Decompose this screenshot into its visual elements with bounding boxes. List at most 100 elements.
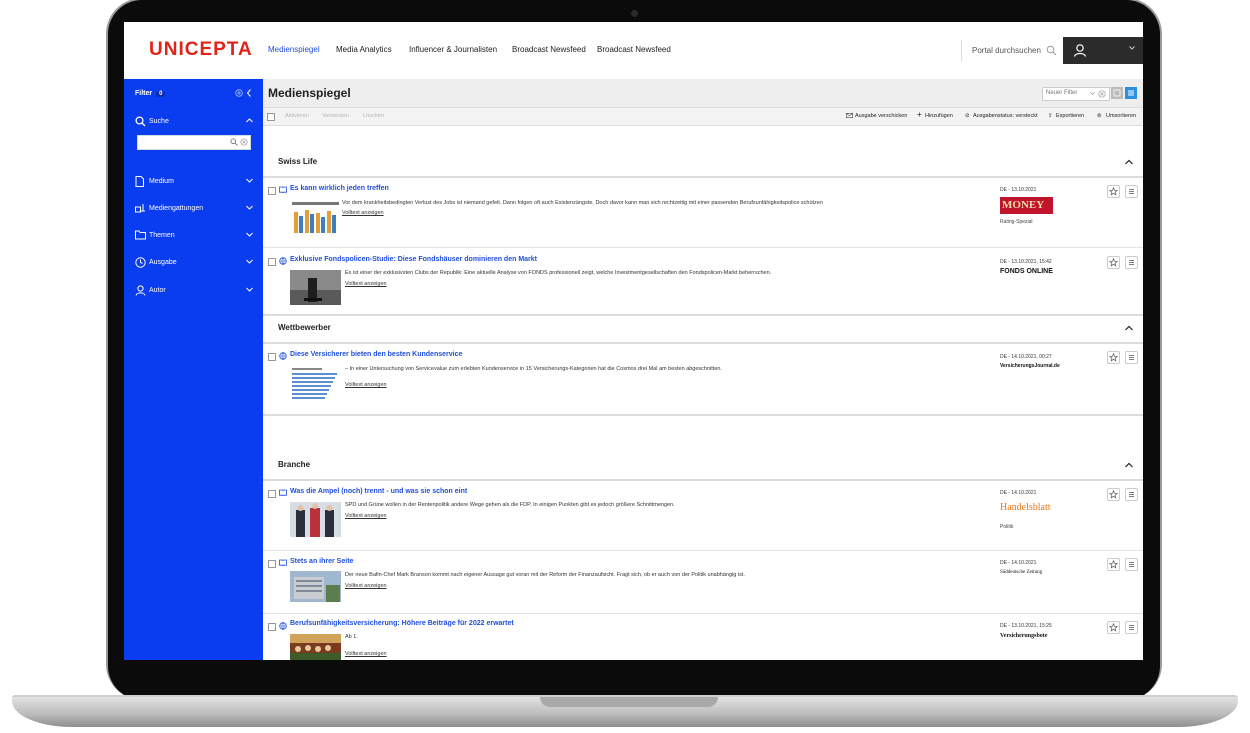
star-icon[interactable] <box>1107 351 1120 364</box>
chevron-down-icon <box>246 259 253 264</box>
search-icon[interactable] <box>1046 45 1057 56</box>
article-snippet: SPD und Grüne wollen in der Rentenpoliti… <box>345 502 675 508</box>
user-menu[interactable] <box>1063 37 1143 64</box>
star-icon[interactable] <box>1107 185 1120 198</box>
nav-broadcast-newsfeed-2[interactable]: Broadcast Newsfeed <box>597 45 671 54</box>
activate-button[interactable]: Aktivieren <box>285 113 309 119</box>
delete-button[interactable]: Löschen <box>363 113 384 119</box>
user-icon <box>135 285 146 296</box>
fulltext-link[interactable]: Volltext anzeigen <box>345 513 387 519</box>
article-title[interactable]: Exklusive Fondspolicen-Studie: Diese Fon… <box>290 256 537 263</box>
select-all-checkbox[interactable] <box>267 113 275 121</box>
top-bar: UNICEPTA Medienspiegel Media Analytics I… <box>124 22 1143 80</box>
article-checkbox[interactable] <box>268 353 276 361</box>
divider <box>263 247 1143 248</box>
divider <box>263 613 1143 614</box>
article-checkbox[interactable] <box>268 258 276 266</box>
search-icon[interactable] <box>230 138 238 146</box>
nav-broadcast-newsfeed-1[interactable]: Broadcast Newsfeed <box>512 45 586 54</box>
article-title[interactable]: Es kann wirklich jeden treffen <box>290 185 389 192</box>
fulltext-link[interactable]: Volltext anzeigen <box>345 583 387 589</box>
article-thumbnail[interactable] <box>290 270 341 305</box>
collapse-section-icon[interactable] <box>1125 159 1133 165</box>
filter-select[interactable]: Neuer Filter <box>1042 87 1110 101</box>
fulltext-link[interactable]: Volltext anzeigen <box>345 281 387 287</box>
sidebar-item-medium[interactable]: Medium <box>135 176 253 188</box>
edition-status-dropdown[interactable]: Ausgabenstatus: versteckt <box>973 113 1038 119</box>
collapse-sidebar-icon[interactable] <box>246 89 252 97</box>
menu-icon[interactable] <box>1125 256 1138 269</box>
folder-icon <box>135 230 146 240</box>
grid-view-icon[interactable] <box>1111 87 1123 99</box>
menu-icon[interactable] <box>1125 185 1138 198</box>
fulltext-link[interactable]: Volltext anzeigen <box>345 382 387 388</box>
menu-icon[interactable] <box>1125 351 1138 364</box>
sidebar-search-input[interactable] <box>137 135 251 150</box>
clear-icon[interactable] <box>1098 90 1106 98</box>
menu-icon[interactable] <box>1125 488 1138 501</box>
sidebar-item-suche[interactable]: Suche <box>135 116 253 128</box>
article-title[interactable]: Stets an ihrer Seite <box>290 558 353 565</box>
fulltext-link[interactable]: Volltext anzeigen <box>345 651 387 657</box>
media-types-icon <box>135 204 145 213</box>
article-title[interactable]: Berufsunfähigkeitsversicherung: Höhere B… <box>290 620 514 627</box>
menu-icon[interactable] <box>1125 621 1138 634</box>
article-meta: DE - 14.10.2021, 00:27 <box>1000 354 1052 360</box>
clear-icon[interactable] <box>240 138 248 146</box>
document-icon <box>135 176 144 187</box>
filter-sidebar: Filter 0 Suche Medium Mediengattungen The… <box>124 79 263 660</box>
article-checkbox[interactable] <box>268 187 276 195</box>
search-icon <box>135 116 146 127</box>
article-title[interactable]: Was die Ampel (noch) trennt - und was si… <box>290 488 467 495</box>
logo[interactable]: UNICEPTA <box>149 39 253 61</box>
reorder-button[interactable]: Umsortieren <box>1106 113 1136 119</box>
star-icon[interactable] <box>1107 256 1120 269</box>
send-edition-button[interactable]: Ausgabe verschicken <box>855 113 907 119</box>
article-thumbnail[interactable] <box>290 502 341 537</box>
sidebar-item-label: Autor <box>149 287 166 294</box>
section-title: Branche <box>278 460 311 469</box>
collapse-section-icon[interactable] <box>1125 462 1133 468</box>
add-filter-icon[interactable] <box>235 89 243 97</box>
sort-icon: ⊚ <box>1097 113 1102 119</box>
article-meta: DE - 14.10.2021 <box>1000 560 1037 566</box>
sidebar-item-themen[interactable]: Themen <box>135 230 253 242</box>
export-dropdown[interactable]: Exportieren <box>1056 113 1084 119</box>
print-icon <box>279 489 287 496</box>
collapse-section-icon[interactable] <box>1125 325 1133 331</box>
sidebar-item-label: Themen <box>149 232 175 239</box>
divider <box>263 414 1143 416</box>
article-checkbox[interactable] <box>268 560 276 568</box>
star-icon[interactable] <box>1107 558 1120 571</box>
article-thumbnail[interactable] <box>290 571 341 602</box>
article-thumbnail[interactable] <box>290 366 341 401</box>
article-title[interactable]: Diese Versicherer bieten den besten Kund… <box>290 351 462 358</box>
star-icon[interactable] <box>1107 621 1120 634</box>
article-checkbox[interactable] <box>268 490 276 498</box>
sidebar-item-mediengattungen[interactable]: Mediengattungen <box>135 203 253 215</box>
list-view-icon[interactable] <box>1125 87 1137 99</box>
article-thumbnail[interactable] <box>290 634 341 660</box>
publication-logo: MONEY <box>1000 197 1053 214</box>
sidebar-item-label: Ausgabe <box>149 259 177 266</box>
nav-influencer-journalisten[interactable]: Influencer & Journalisten <box>409 45 497 54</box>
portal-search[interactable]: Portal durchsuchen <box>961 40 1063 62</box>
star-icon[interactable] <box>1107 488 1120 501</box>
publication-logo: Handelsblatt <box>1000 502 1051 513</box>
divider <box>263 314 1143 316</box>
hide-button[interactable]: Verstecken <box>322 113 349 119</box>
article-checkbox[interactable] <box>268 623 276 631</box>
menu-icon[interactable] <box>1125 558 1138 571</box>
publication-logo: Süddeutsche Zeitung <box>1000 570 1043 575</box>
fulltext-link[interactable]: Volltext anzeigen <box>342 210 384 216</box>
add-button[interactable]: Hinzufügen <box>925 113 953 119</box>
sidebar-item-label: Suche <box>149 118 169 125</box>
sidebar-item-ausgabe[interactable]: Ausgabe <box>135 257 253 269</box>
divider <box>263 176 1143 178</box>
nav-medienspiegel[interactable]: Medienspiegel <box>268 45 320 54</box>
article-meta: DE - 13.10.2021 <box>1000 187 1037 193</box>
chevron-down-icon <box>246 178 253 183</box>
article-thumbnail[interactable] <box>290 200 341 235</box>
sidebar-item-autor[interactable]: Autor <box>135 285 253 297</box>
nav-media-analytics[interactable]: Media Analytics <box>336 45 392 54</box>
